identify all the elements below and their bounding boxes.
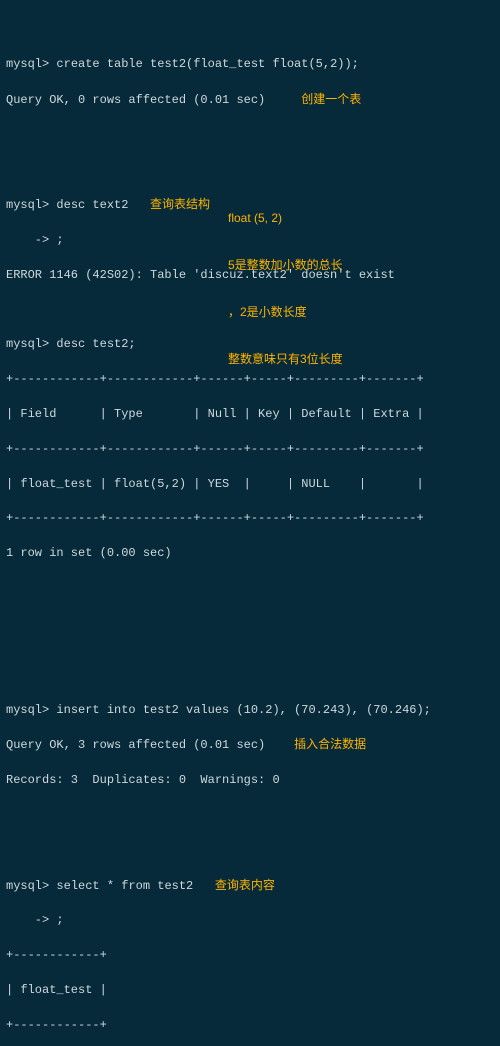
mysql-prompt: mysql> <box>6 879 49 893</box>
create-result-line: Query OK, 0 rows affected (0.01 sec) 创建一… <box>6 91 494 109</box>
select-cmd: select * from test2 <box>56 879 193 893</box>
insert-ok-result1: Query OK, 3 rows affected (0.01 sec) 插入合… <box>6 736 494 754</box>
insert-ok-line: mysql> insert into test2 values (10.2), … <box>6 702 494 719</box>
blank-1 <box>6 127 494 144</box>
create-result-text: Query OK, 0 rows affected (0.01 sec) <box>6 93 265 107</box>
insert-ok-cmd: insert into test2 values (10.2), (70.243… <box>56 703 430 717</box>
terminal[interactable]: mysql> create table test2(float_test flo… <box>0 0 500 1046</box>
cont-prompt: -> <box>6 913 56 927</box>
select-header: | float_test | <box>6 982 494 999</box>
annot-create: 创建一个表 <box>301 92 361 106</box>
desc-wrong-cmd: desc text2 <box>56 198 128 212</box>
desc-sep-3: +------------+------------+------+-----+… <box>6 510 494 527</box>
desc-header: | Field | Type | Null | Key | Default | … <box>6 406 494 423</box>
cont-prompt: -> <box>6 233 56 247</box>
blank-2 <box>6 580 494 597</box>
mysql-prompt: mysql> <box>6 703 49 717</box>
insert-ok-result1-text: Query OK, 3 rows affected (0.01 sec) <box>6 738 265 752</box>
insert-ok-result2: Records: 3 Duplicates: 0 Warnings: 0 <box>6 772 494 789</box>
annot-select: 查询表内容 <box>215 878 275 892</box>
annot-desc-struct: 查询表结构 <box>150 197 210 211</box>
blank-3 <box>6 807 494 824</box>
float-annotation-block: float (5, 2) 5是整数加小数的总长 ，2是小数长度 整数意味只有3位… <box>228 180 343 383</box>
desc-right-cmd: desc test2; <box>56 337 135 351</box>
semicolon: ; <box>56 913 63 927</box>
annot-float-note1: 5是整数加小数的总长 <box>228 258 343 274</box>
desc-row: | float_test | float(5,2) | YES | | NULL… <box>6 476 494 493</box>
select-line: mysql> select * from test2 查询表内容 <box>6 877 494 895</box>
select-sep-2: +------------+ <box>6 1017 494 1034</box>
annot-float-defn: float (5, 2) <box>228 211 343 227</box>
desc-sep-2: +------------+------------+------+-----+… <box>6 441 494 458</box>
desc-summary: 1 row in set (0.00 sec) <box>6 545 494 562</box>
mysql-prompt: mysql> <box>6 198 49 212</box>
select-cont: -> ; <box>6 912 494 929</box>
create-table-cmd: create table test2(float_test float(5,2)… <box>56 57 358 71</box>
annot-insert-ok: 插入合法数据 <box>294 737 366 751</box>
semicolon: ; <box>56 233 63 247</box>
annot-float-note3: 整数意味只有3位长度 <box>228 352 343 368</box>
annot-float-note2: ，2是小数长度 <box>228 305 343 321</box>
create-table-line: mysql> create table test2(float_test flo… <box>6 56 494 73</box>
select-sep-1: +------------+ <box>6 947 494 964</box>
mysql-prompt: mysql> <box>6 337 49 351</box>
mysql-prompt: mysql> <box>6 57 49 71</box>
